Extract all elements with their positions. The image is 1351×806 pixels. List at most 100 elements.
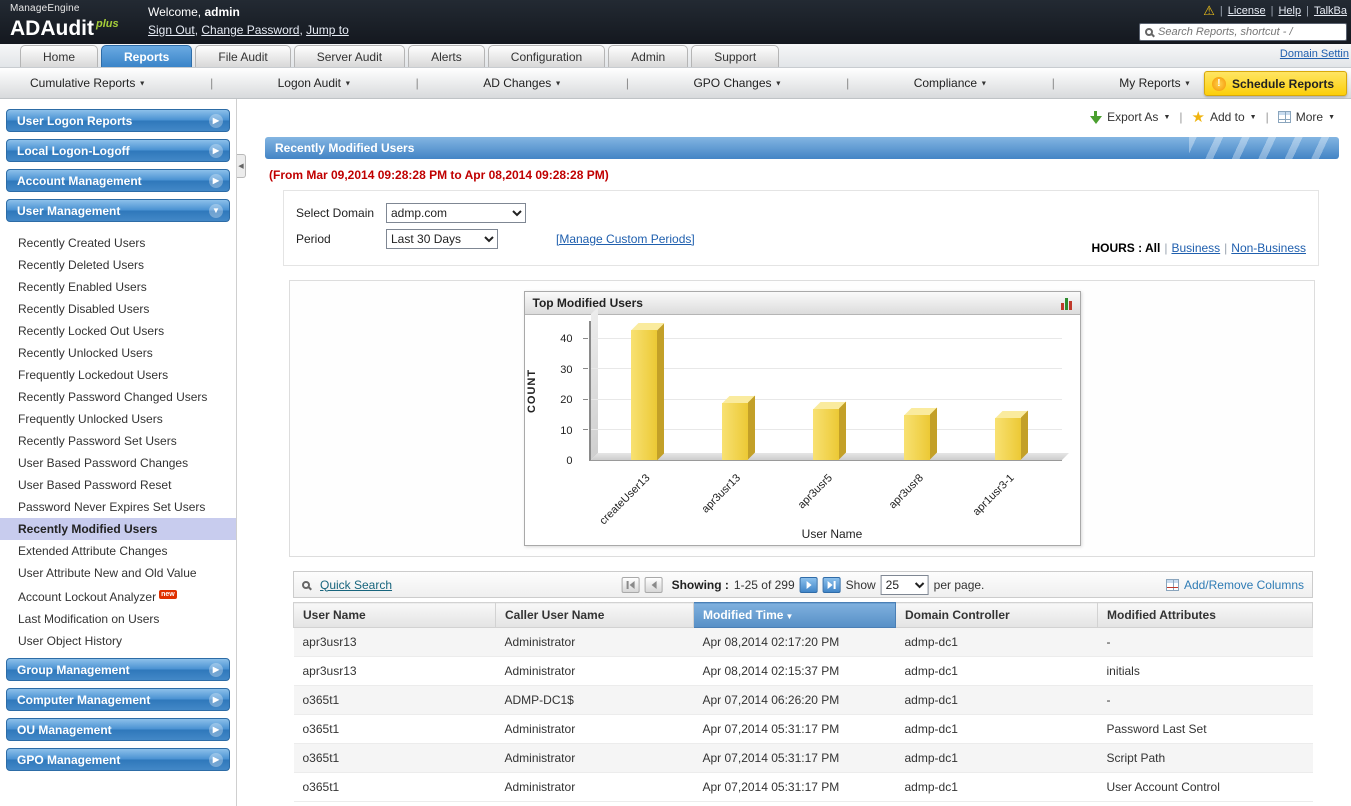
domain-settings-link[interactable]: Domain Settin	[1280, 48, 1349, 60]
menu-item-my-reports[interactable]: My Reports ▼	[1119, 76, 1191, 90]
sidebar-item-password-never-expires-set-users[interactable]: Password Never Expires Set Users	[0, 496, 236, 518]
table-row[interactable]: apr3usr13 Administrator Apr 08,2014 02:17:…	[293, 627, 1313, 657]
change-password-link[interactable]: Change Password	[201, 23, 299, 37]
page-size-select[interactable]: 25	[880, 574, 929, 595]
sidebar-section-local-logon-logoff[interactable]: Local Logon-Logoff ▶	[6, 139, 230, 162]
menu-item-gpo-changes[interactable]: GPO Changes ▼	[693, 76, 781, 90]
sidebar-item-frequently-lockedout-users[interactable]: Frequently Lockedout Users	[0, 364, 236, 386]
sidebar-item-recently-deleted-users[interactable]: Recently Deleted Users	[0, 254, 236, 276]
table-row[interactable]: apr3usr13 Administrator Apr 08,2014 02:15:…	[293, 656, 1313, 686]
sidebar-item-recently-enabled-users[interactable]: Recently Enabled Users	[0, 276, 236, 298]
period-select[interactable]: Last 30 Days	[386, 229, 498, 249]
sidebar-section-label: GPO Management	[17, 752, 121, 767]
jump-to-link[interactable]: Jump to	[306, 23, 349, 37]
sidebar-item-user-based-password-changes[interactable]: User Based Password Changes	[0, 452, 236, 474]
chevron-right-icon: ▶	[209, 692, 223, 707]
warning-icon[interactable]: ⚠	[1203, 3, 1215, 19]
menu-item-ad-changes[interactable]: AD Changes ▼	[483, 76, 561, 90]
sidebar-item-extended-attribute-changes[interactable]: Extended Attribute Changes	[0, 540, 236, 562]
tab-configuration[interactable]: Configuration	[487, 45, 606, 67]
table-row[interactable]: o365t1 Administrator Apr 07,2014 05:31:17 …	[293, 772, 1313, 802]
sign-out-link[interactable]: Sign Out	[148, 23, 195, 37]
sidebar-item-frequently-unlocked-users[interactable]: Frequently Unlocked Users	[0, 408, 236, 430]
license-link[interactable]: License	[1228, 5, 1266, 17]
prev-page-button[interactable]	[644, 576, 663, 593]
sidebar-item-recently-password-changed-users[interactable]: Recently Password Changed Users	[0, 386, 236, 408]
chart-bar-apr1usr3-1[interactable]	[995, 410, 1028, 460]
add-remove-columns-link[interactable]: Add/Remove Columns	[1165, 578, 1304, 592]
sidebar-item-recently-locked-out-users[interactable]: Recently Locked Out Users	[0, 320, 236, 342]
hours-business-link[interactable]: Business	[1171, 241, 1220, 255]
table-row[interactable]: o365t1 Administrator Apr 07,2014 05:31:17 …	[293, 743, 1313, 773]
sidebar-section-gpo-management[interactable]: GPO Management ▶	[6, 748, 230, 771]
sidebar-section-user-management[interactable]: User Management ▼	[6, 199, 230, 222]
add-to-button[interactable]: ★ Add to ▼	[1192, 110, 1257, 125]
help-link[interactable]: Help	[1278, 5, 1301, 17]
sidebar-item-user-based-password-reset[interactable]: User Based Password Reset	[0, 474, 236, 496]
sidebar-item-recently-unlocked-users[interactable]: Recently Unlocked Users	[0, 342, 236, 364]
showing-range: 1-25 of 299	[733, 577, 795, 592]
chart-type-icon[interactable]	[1060, 297, 1072, 310]
search-input[interactable]	[1158, 26, 1341, 38]
sidebar-item-user-object-history[interactable]: User Object History	[0, 630, 236, 652]
menu-item-compliance[interactable]: Compliance ▼	[914, 76, 988, 90]
sidebar-section-label: User Logon Reports	[17, 113, 133, 128]
product-logo: ManageEngine ADAudit plus	[0, 0, 148, 44]
sidebar-item-account-lockout-analyzer[interactable]: Account Lockout Analyzer new	[0, 584, 236, 608]
column-header-modified-time[interactable]: Modified Time ▼	[693, 602, 896, 628]
schedule-reports-button[interactable]: ! Schedule Reports	[1203, 71, 1347, 96]
sidebar-nav: User Logon Reports ▶ Local Logon-Logoff ▶ Ac…	[0, 99, 237, 806]
table-row[interactable]: o365t1 Administrator Apr 07,2014 05:31:17 …	[293, 714, 1313, 744]
quick-search-link[interactable]: Quick Search	[320, 578, 392, 592]
chevron-down-icon: ▼	[209, 203, 223, 218]
sidebar-item-recently-disabled-users[interactable]: Recently Disabled Users	[0, 298, 236, 320]
sidebar-collapse-handle[interactable]: ◀	[237, 154, 246, 178]
column-header-modified-attributes[interactable]: Modified Attributes	[1097, 602, 1313, 628]
main-content: Export As ▼ | ★ Add to ▼ | More ▼ Recent…	[237, 99, 1351, 806]
hours-non-business-link[interactable]: Non-Business	[1231, 241, 1306, 255]
manage-custom-periods-link[interactable]: [Manage Custom Periods]	[556, 232, 695, 246]
sidebar-item-user-attribute-new-and-old-value[interactable]: User Attribute New and Old Value	[0, 562, 236, 584]
menu-item-cumulative-reports[interactable]: Cumulative Reports ▼	[30, 76, 146, 90]
column-header-user-name[interactable]: User Name	[293, 602, 496, 628]
tab-home[interactable]: Home	[20, 45, 99, 67]
sidebar-section-account-management[interactable]: Account Management ▶	[6, 169, 230, 192]
tab-support[interactable]: Support	[691, 45, 780, 67]
chart-bar-createuser13[interactable]	[631, 323, 664, 460]
period-label: Period	[296, 232, 331, 246]
sidebar-section-user-logon-reports[interactable]: User Logon Reports ▶	[6, 109, 230, 132]
tab-alerts[interactable]: Alerts	[408, 45, 485, 67]
sidebar-item-recently-created-users[interactable]: Recently Created Users	[0, 232, 236, 254]
export-as-button[interactable]: Export As ▼	[1090, 110, 1170, 124]
tab-admin[interactable]: Admin	[608, 45, 689, 67]
tab-server-audit[interactable]: Server Audit	[293, 45, 406, 67]
tab-file-audit[interactable]: File Audit	[195, 45, 291, 67]
table-row[interactable]: o365t1 ADMP-DC1$ Apr 07,2014 06:26:20 PM ad…	[293, 685, 1313, 715]
brand-name: ManageEngine	[10, 3, 80, 14]
menu-item-logon-audit[interactable]: Logon Audit ▼	[278, 76, 352, 90]
more-button[interactable]: More ▼	[1277, 110, 1335, 124]
chart-bar-apr3usr8[interactable]	[904, 407, 937, 460]
chart-bar-apr3usr13[interactable]	[722, 395, 755, 460]
column-header-domain-controller[interactable]: Domain Controller	[895, 602, 1098, 628]
column-header-caller-user-name[interactable]: Caller User Name	[495, 602, 694, 628]
bar-slot: apr1usr3-1	[970, 321, 1028, 518]
sidebar-item-recently-password-set-users[interactable]: Recently Password Set Users	[0, 430, 236, 452]
chart-container: Top Modified Users COUNT 0 10 20 30 40 c…	[289, 280, 1315, 557]
select-domain-label: Select Domain	[296, 206, 375, 220]
talkback-link[interactable]: TalkBa	[1314, 5, 1347, 17]
first-page-button[interactable]	[621, 576, 640, 593]
chevron-right-icon: ▶	[209, 752, 223, 767]
tab-reports[interactable]: Reports	[101, 45, 193, 67]
search-icon	[1145, 28, 1153, 36]
sidebar-item-last-modification-on-users[interactable]: Last Modification on Users	[0, 608, 236, 630]
search-box[interactable]	[1139, 23, 1347, 41]
sidebar-item-recently-modified-users[interactable]: Recently Modified Users	[0, 518, 236, 540]
sidebar-section-group-management[interactable]: Group Management ▶	[6, 658, 230, 681]
domain-select[interactable]: admp.com	[386, 203, 526, 223]
sidebar-section-computer-management[interactable]: Computer Management ▶	[6, 688, 230, 711]
sidebar-section-ou-management[interactable]: OU Management ▶	[6, 718, 230, 741]
last-page-button[interactable]	[822, 576, 841, 593]
next-page-button[interactable]	[799, 576, 818, 593]
chart-bar-apr3usr5[interactable]	[813, 401, 846, 460]
